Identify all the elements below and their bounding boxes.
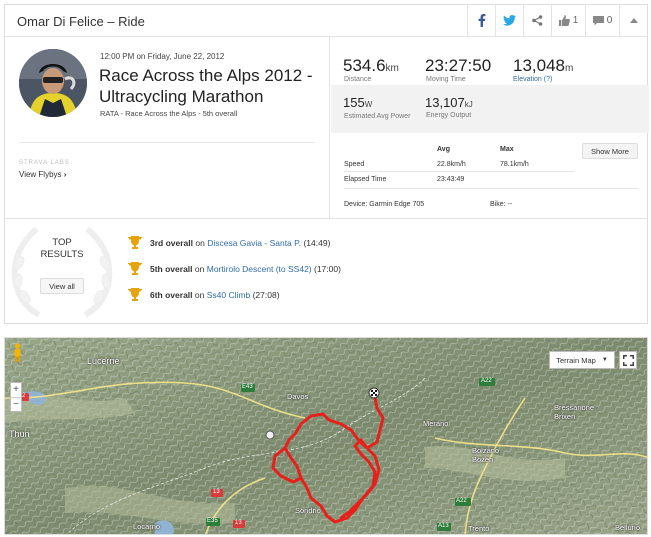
share-button[interactable] (523, 5, 551, 36)
caret-down-icon: ▼ (601, 357, 608, 363)
trophy-icon (128, 262, 142, 275)
speed-avg: 22.8km/h (437, 161, 466, 168)
zoom-in-button[interactable]: + (11, 383, 21, 397)
place-label: Locarno (133, 522, 161, 531)
power-value: 155W (343, 95, 373, 110)
divider (344, 171, 574, 172)
energy-value: 13,107kJ (425, 95, 473, 110)
comments-count: 0 (606, 15, 613, 26)
fullscreen-button[interactable] (619, 351, 637, 369)
athlete-avatar[interactable] (19, 49, 87, 117)
activity-card: Omar Di Felice – Ride 1 0 12:00 PM on Fr… (4, 4, 649, 324)
zoom-control: + − (10, 382, 22, 412)
thumbs-up-icon (558, 15, 570, 26)
stats-panel: 534.6km Distance 23:27:50 Moving Time 13… (329, 37, 649, 219)
elapsed-time-label: Elapsed Time (344, 176, 387, 183)
place-label: Belluno (615, 523, 641, 532)
power-label: Estimated Avg Power (344, 113, 411, 120)
bike-info: Bike: -- (490, 201, 513, 208)
athlete-photo (19, 49, 87, 117)
activity-title: Race Across the Alps 2012 - Ultracycling… (99, 66, 313, 106)
achievement-item: 3rd overall on Discesa Gavia - Santa P. … (127, 235, 330, 251)
moving-time-value: 23:27:50 (425, 56, 492, 75)
view-all-button[interactable]: View all (40, 278, 84, 294)
road-label: 13 (213, 489, 220, 495)
kudos-count: 1 (572, 15, 579, 26)
moving-time-label: Moving Time (426, 76, 466, 83)
place-label: Sondrio (295, 506, 321, 515)
avg-column-header: Avg (437, 146, 450, 153)
device-info: Device: Garmin Edge 705 (344, 201, 425, 208)
speed-max: 78.1km/h (500, 161, 529, 168)
view-flybys-link[interactable]: View Flybys › (19, 170, 66, 179)
top-results-title: TOP RESULTS (40, 237, 84, 260)
place-label: Lucerne (87, 356, 120, 366)
header-actions: 1 0 (467, 5, 647, 36)
power-band (331, 85, 649, 133)
road-label: E35 (207, 518, 218, 524)
divider (5, 218, 647, 219)
distance-value: 534.6km (343, 56, 399, 75)
road-label: E43 (242, 384, 253, 390)
road-label: A22 (456, 498, 467, 504)
map-type-label: Terrain Map (556, 355, 596, 365)
achievement-item: 6th overall on Ss40 Climb (27:08) (127, 287, 280, 303)
place-label: Thun (9, 429, 30, 439)
map-type-selector[interactable]: Terrain Map ▼ (549, 351, 615, 369)
trophy-icon (128, 288, 142, 301)
speed-label: Speed (344, 161, 365, 168)
road-label: A22 (481, 378, 492, 384)
place-label: Merano (423, 419, 449, 428)
chevron-up-icon (629, 18, 638, 23)
street-view-pegman-icon[interactable] (13, 343, 22, 363)
elevation-help-link[interactable]: Elevation (?) (513, 76, 552, 83)
expand-icon (622, 354, 634, 366)
place-label: Davos (287, 392, 309, 401)
activity-datetime: 12:00 PM on Friday, June 22, 2012 (100, 52, 225, 61)
max-column-header: Max (500, 146, 514, 153)
elapsed-time-value: 23:43:49 (437, 176, 465, 183)
facebook-icon (478, 14, 485, 27)
place-label: Trento (468, 524, 490, 533)
achievement-item: 5th overall on Mortirolo Descent (to SS4… (127, 261, 341, 277)
place-label: Bressanone Brixen (554, 403, 595, 421)
road-label: 13 (235, 520, 242, 526)
activity-subtitle: RATA - Race Across the Alps - 5th overal… (100, 109, 238, 118)
segment-link[interactable]: Ss40 Climb (207, 290, 250, 300)
kudos-button[interactable]: 1 (551, 5, 585, 36)
road-label: A13 (438, 523, 449, 529)
divider (19, 142, 315, 143)
facebook-share-button[interactable] (467, 5, 495, 36)
show-more-button[interactable]: Show More (582, 143, 638, 159)
share-icon (532, 15, 543, 26)
view-flybys-label: View Flybys (19, 170, 62, 179)
distance-label: Distance (344, 76, 372, 83)
zoom-out-button[interactable]: − (11, 397, 21, 412)
elevation-value: 13,048m (513, 56, 574, 75)
segment-link[interactable]: Mortirolo Descent (to SS42) (207, 264, 312, 274)
twitter-share-button[interactable] (495, 5, 523, 36)
energy-label: Energy Output (426, 112, 472, 119)
place-label: Bolzano Bozen (472, 446, 500, 464)
comments-button[interactable]: 0 (585, 5, 619, 36)
divider (344, 188, 638, 189)
segment-link[interactable]: Discesa Gavia - Santa P. (207, 238, 301, 248)
comment-icon (592, 15, 604, 25)
route-map[interactable]: A2 13 E35 E43 A22 13 A22 A13 Lucerne Thu… (4, 337, 648, 535)
collapse-button[interactable] (619, 5, 647, 36)
trophy-icon (128, 236, 142, 249)
twitter-icon (503, 15, 516, 26)
strava-labs-label: STRAVA LABS (19, 160, 70, 166)
chevron-right-icon: › (63, 170, 67, 179)
activity-header: Omar Di Felice – Ride 1 0 (5, 5, 647, 37)
activity-header-title: Omar Di Felice – Ride (17, 14, 145, 29)
